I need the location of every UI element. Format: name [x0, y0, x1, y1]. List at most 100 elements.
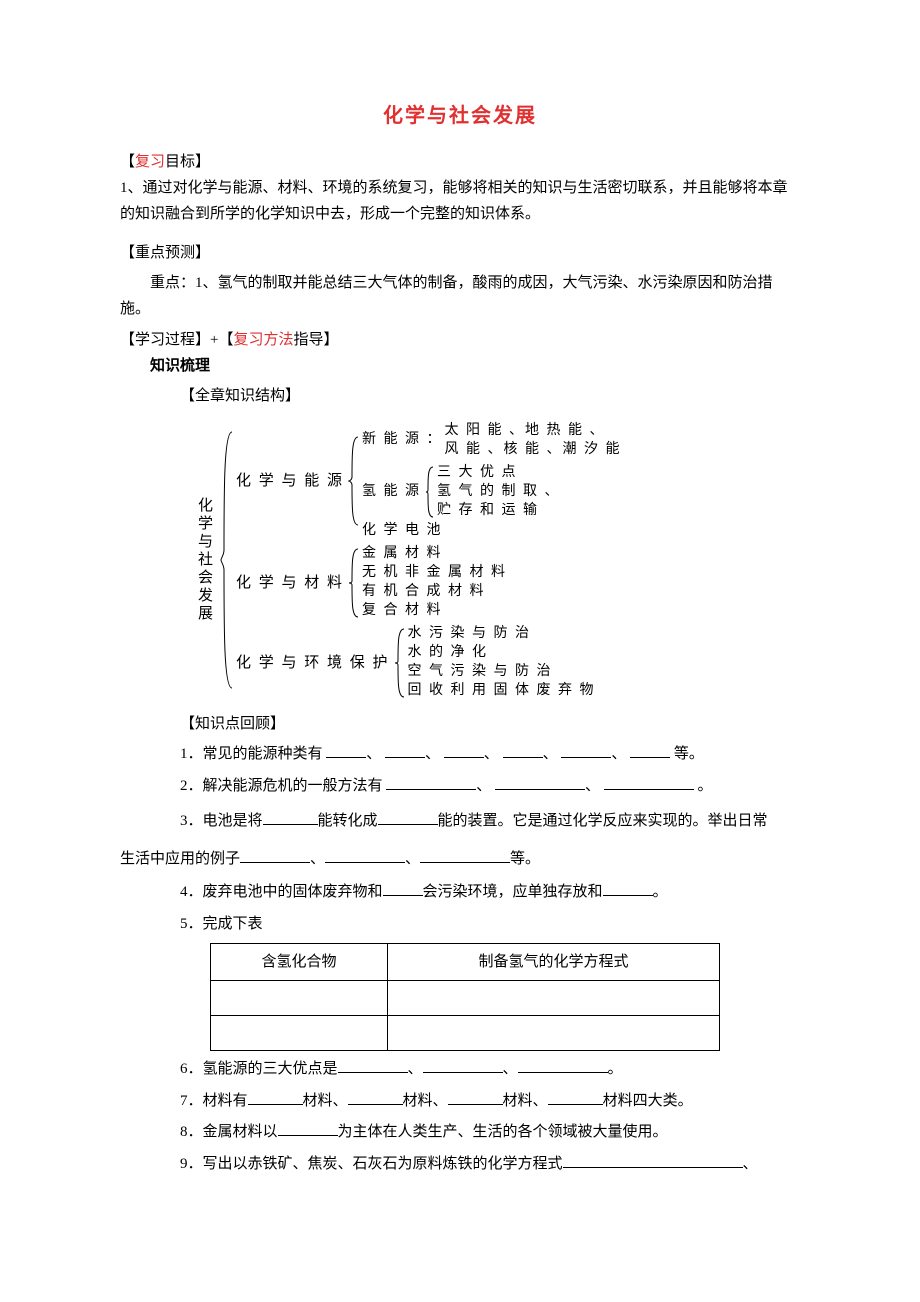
- sep: 、: [476, 778, 491, 794]
- tree-g1: 化 学 与 能 源: [236, 420, 346, 541]
- tree-g1-a-pre: 新 能 源 ：: [362, 422, 445, 460]
- table-row: [211, 1016, 720, 1051]
- q4-c: 。: [653, 884, 668, 900]
- q2-a: 2．解决能源危机的一般方法有: [180, 778, 383, 794]
- q7-m: 材料、: [303, 1093, 348, 1109]
- sep: 、: [408, 1061, 423, 1077]
- question-list: 1．常见的能源种类有 、 、 、 、 、 等。 2．解决能源危机的一般方法有 、…: [180, 742, 800, 1177]
- q6-b: 。: [608, 1061, 623, 1077]
- question-1: 1．常见的能源种类有 、 、 、 、 、 等。: [180, 742, 800, 768]
- fill-blank: [420, 848, 510, 863]
- sep: 、: [425, 746, 440, 762]
- knowledge-tree: 化学与社会发展 化 学 与 能 源 新 能: [190, 418, 800, 702]
- tree-leaf: 无 机 非 金 属 材 料: [362, 564, 507, 583]
- table-cell: [388, 981, 720, 1016]
- q6-a: 6．氢能源的三大优点是: [180, 1061, 338, 1077]
- proc-red: 复习方法: [233, 332, 293, 348]
- question-2: 2．解决能源危机的一般方法有 、 、 。: [180, 774, 800, 800]
- tree-leaf: 金 属 材 料: [362, 545, 507, 564]
- tree-leaf: 空 气 污 染 与 防 治: [408, 663, 596, 682]
- tree-leaf: 氢 气 的 制 取 、: [437, 483, 561, 502]
- q9-a: 9．写出以赤铁矿、焦炭、石灰石为原料炼铁的化学方程式: [180, 1156, 563, 1172]
- hydrogen-table: 含氢化合物 制备氢气的化学方程式: [210, 943, 720, 1051]
- process-header: 【学习过程】+【复习方法指导】: [120, 328, 800, 352]
- sep: 、: [585, 778, 600, 794]
- fill-blank: [378, 810, 438, 825]
- fill-blank: [561, 743, 611, 758]
- sep: 、: [503, 1061, 518, 1077]
- table-cell: [211, 981, 388, 1016]
- tree-leaf: 化 学 电 池: [362, 522, 622, 541]
- fill-blank: [248, 1090, 303, 1105]
- tree-subheader: 【全章知识结构】: [180, 384, 800, 408]
- tree-leaf: 有 机 合 成 材 料: [362, 583, 507, 602]
- q3-c: 能的装置。它是通过化学反应来实现的。举出日常: [438, 813, 768, 829]
- goal-red: 复习: [135, 154, 165, 170]
- q2-b: 。: [698, 778, 713, 794]
- fill-blank: [263, 810, 318, 825]
- q1-a: 1．常见的能源种类有: [180, 746, 323, 762]
- question-9: 9．写出以赤铁矿、焦炭、石灰石为原料炼铁的化学方程式 、: [180, 1152, 800, 1178]
- q3-e: 等。: [510, 851, 540, 867]
- question-3b: 生活中应用的例子 、 、 等。: [120, 844, 800, 874]
- fill-blank: [630, 743, 670, 758]
- fill-blank: [503, 743, 543, 758]
- sep: 、: [405, 851, 420, 867]
- tree-leaf: 复 合 材 料: [362, 602, 507, 621]
- table-row: 含氢化合物 制备氢气的化学方程式: [211, 944, 720, 981]
- tree-g1-b: 氢 能 源: [362, 464, 423, 521]
- fill-blank: [240, 848, 310, 863]
- tree-leaf: 水 污 染 与 防 治: [408, 625, 596, 644]
- tree-header: 知识梳理: [150, 354, 800, 378]
- keypoint-body: 重点：1、氢气的制取并能总结三大气体的制备，酸雨的成因，大气污染、水污染原因和防…: [120, 271, 800, 322]
- fill-blank: [603, 881, 653, 896]
- brace-icon: [218, 418, 236, 702]
- fill-blank: [385, 743, 425, 758]
- question-5: 5．完成下表: [180, 912, 800, 938]
- document-page: 化学与社会发展 【复习目标】 1、通过对化学与能源、材料、环境的系统复习，能够将…: [0, 0, 920, 1302]
- q8-b: 为主体在人类生产、生活的各个领域被大量使用。: [338, 1124, 668, 1140]
- q7-a: 7．材料有: [180, 1093, 248, 1109]
- question-3: 3．电池是将 能转化成 能的装置。它是通过化学反应来实现的。举出日常: [180, 805, 800, 838]
- sep: 、: [484, 746, 499, 762]
- tree-leaf: 三 大 优 点: [437, 464, 561, 483]
- tree-leaf: 贮 存 和 运 输: [437, 502, 561, 521]
- bracket-text: 【: [120, 154, 135, 170]
- page-title: 化学与社会发展: [120, 100, 800, 132]
- fill-blank: [444, 743, 484, 758]
- table-header-compound: 含氢化合物: [211, 944, 388, 981]
- fill-blank: [604, 775, 694, 790]
- fill-blank: [338, 1058, 408, 1073]
- tree-g3: 化 学 与 环 境 保 护: [236, 625, 392, 701]
- fill-blank: [518, 1058, 608, 1073]
- sep: 、: [310, 851, 325, 867]
- fill-blank: [386, 775, 476, 790]
- tree-g2: 化 学 与 材 料: [236, 545, 346, 621]
- sep: 、: [366, 746, 381, 762]
- tree-leaf: 回 收 利 用 固 体 废 弃 物: [408, 682, 596, 701]
- q3-b: 能转化成: [318, 813, 378, 829]
- table-cell: [388, 1016, 720, 1051]
- fill-blank: [326, 743, 366, 758]
- q3-a: 3．电池是将: [180, 813, 263, 829]
- brace-icon: [346, 545, 362, 621]
- question-7: 7．材料有材料、材料、材料、材料四大类。: [180, 1089, 800, 1115]
- q9-b: 、: [743, 1156, 758, 1172]
- q4-b: 会污染环境，应单独存放和: [423, 884, 603, 900]
- fill-blank: [278, 1121, 338, 1136]
- q3-d: 生活中应用的例子: [120, 851, 240, 867]
- tree-root: 化学与社会发展: [190, 418, 218, 702]
- q8-a: 8．金属材料以: [180, 1124, 278, 1140]
- keypoint-header: 【重点预测】: [120, 241, 800, 265]
- proc-a: 【学习过程】+【: [120, 332, 233, 348]
- brace-icon: [392, 625, 408, 701]
- tree-leaf: 太 阳 能 、地 热 能 、: [445, 422, 622, 441]
- fill-blank: [548, 1090, 603, 1105]
- table-cell: [211, 1016, 388, 1051]
- question-8: 8．金属材料以 为主体在人类生产、生活的各个领域被大量使用。: [180, 1120, 800, 1146]
- fill-blank: [448, 1090, 503, 1105]
- q4-a: 4．废弃电池中的固体废弃物和: [180, 884, 383, 900]
- tree-leaf: 风 能 、核 能 、潮 汐 能: [445, 441, 622, 460]
- q7-b: 材料四大类。: [603, 1093, 693, 1109]
- sep: 、: [543, 746, 558, 762]
